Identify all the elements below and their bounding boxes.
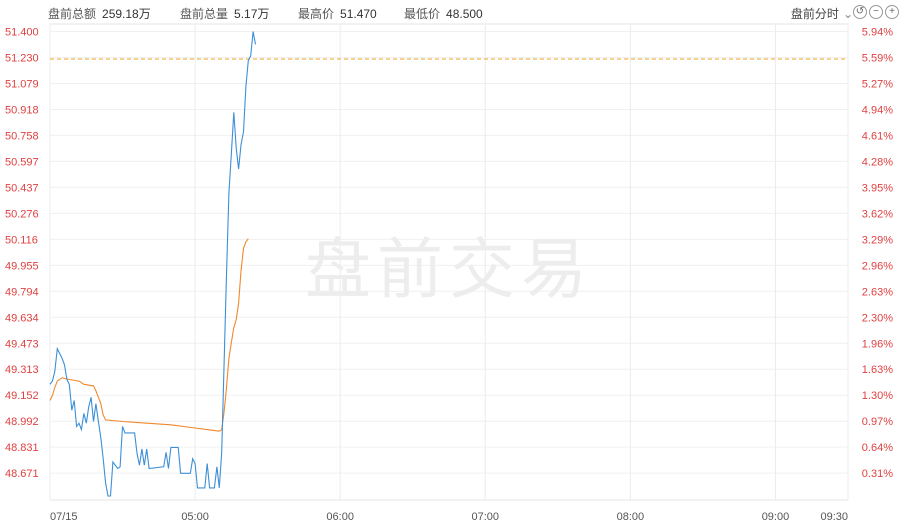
y-tick-label-right: 0.31%: [862, 468, 893, 480]
y-tick-label-left: 49.634: [5, 312, 39, 324]
y-tick-label-left: 49.794: [5, 286, 39, 298]
x-tick-label: 07/15: [50, 511, 78, 523]
y-tick-label-left: 49.473: [5, 338, 39, 350]
x-tick-label: 08:00: [617, 511, 645, 523]
price-line: [49, 31, 257, 497]
y-tick-label-left: 51.079: [5, 78, 39, 90]
y-tick-label-left: 48.831: [5, 442, 39, 454]
y-tick-label-left: 51.400: [5, 27, 39, 39]
y-tick-label-right: 4.61%: [862, 130, 893, 142]
y-tick-label-right: 2.96%: [862, 260, 893, 272]
y-tick-label-right: 3.29%: [862, 234, 893, 246]
x-tick-label: 09:30: [820, 511, 848, 523]
y-tick-label-left: 48.671: [5, 468, 39, 480]
x-tick-label: 09:00: [762, 511, 790, 523]
y-tick-label-right: 5.59%: [862, 52, 893, 64]
average-price-line: [49, 238, 249, 432]
y-tick-label-right: 1.96%: [862, 338, 893, 350]
y-tick-label-left: 50.116: [5, 234, 38, 246]
y-tick-label-right: 4.28%: [862, 156, 893, 168]
x-axis: 07/15 05:00 06:00 07:00 08:00 09:00 09:30: [50, 511, 848, 523]
y-tick-label-left: 50.276: [5, 208, 39, 220]
y-tick-label-left: 50.918: [5, 104, 39, 116]
y-tick-label-right: 2.63%: [862, 286, 893, 298]
y-tick-label-right: 1.30%: [862, 390, 893, 402]
y-tick-label-right: 5.94%: [862, 27, 893, 39]
y-tick-label-left: 50.597: [5, 156, 39, 168]
watermark: 盘前交易: [305, 232, 593, 306]
y-axis-left: 51.400 51.230 51.079 50.918 50.758 50.597 50.4…: [5, 27, 39, 481]
y-tick-label-left: 50.758: [5, 130, 39, 142]
x-tick-label: 05:00: [181, 511, 209, 523]
y-tick-label-right: 3.95%: [862, 182, 893, 194]
y-tick-label-right: 2.30%: [862, 312, 893, 324]
x-tick-label: 07:00: [472, 511, 500, 523]
y-tick-label-left: 49.152: [5, 390, 39, 402]
y-tick-label-left: 51.230: [5, 52, 39, 64]
y-tick-label-right: 3.62%: [862, 208, 893, 220]
y-tick-label-left: 49.955: [5, 260, 39, 272]
y-axis-right: 5.94% 5.59% 5.27% 4.94% 4.61% 4.28% 3.95% 3.62%…: [862, 27, 893, 481]
intraday-chart[interactable]: 盘前交易 51.400 51.230 51.079 50.918 50.758 50.59…: [0, 0, 899, 532]
y-tick-label-right: 0.64%: [862, 442, 893, 454]
y-tick-label-right: 0.97%: [862, 416, 893, 428]
y-tick-label-left: 49.313: [5, 364, 39, 376]
y-tick-label-right: 5.27%: [862, 78, 893, 90]
y-tick-label-right: 1.63%: [862, 364, 893, 376]
y-tick-label-right: 4.94%: [862, 104, 893, 116]
y-tick-label-left: 50.437: [5, 182, 39, 194]
y-tick-label-left: 48.992: [5, 416, 39, 428]
x-tick-label: 06:00: [326, 511, 354, 523]
